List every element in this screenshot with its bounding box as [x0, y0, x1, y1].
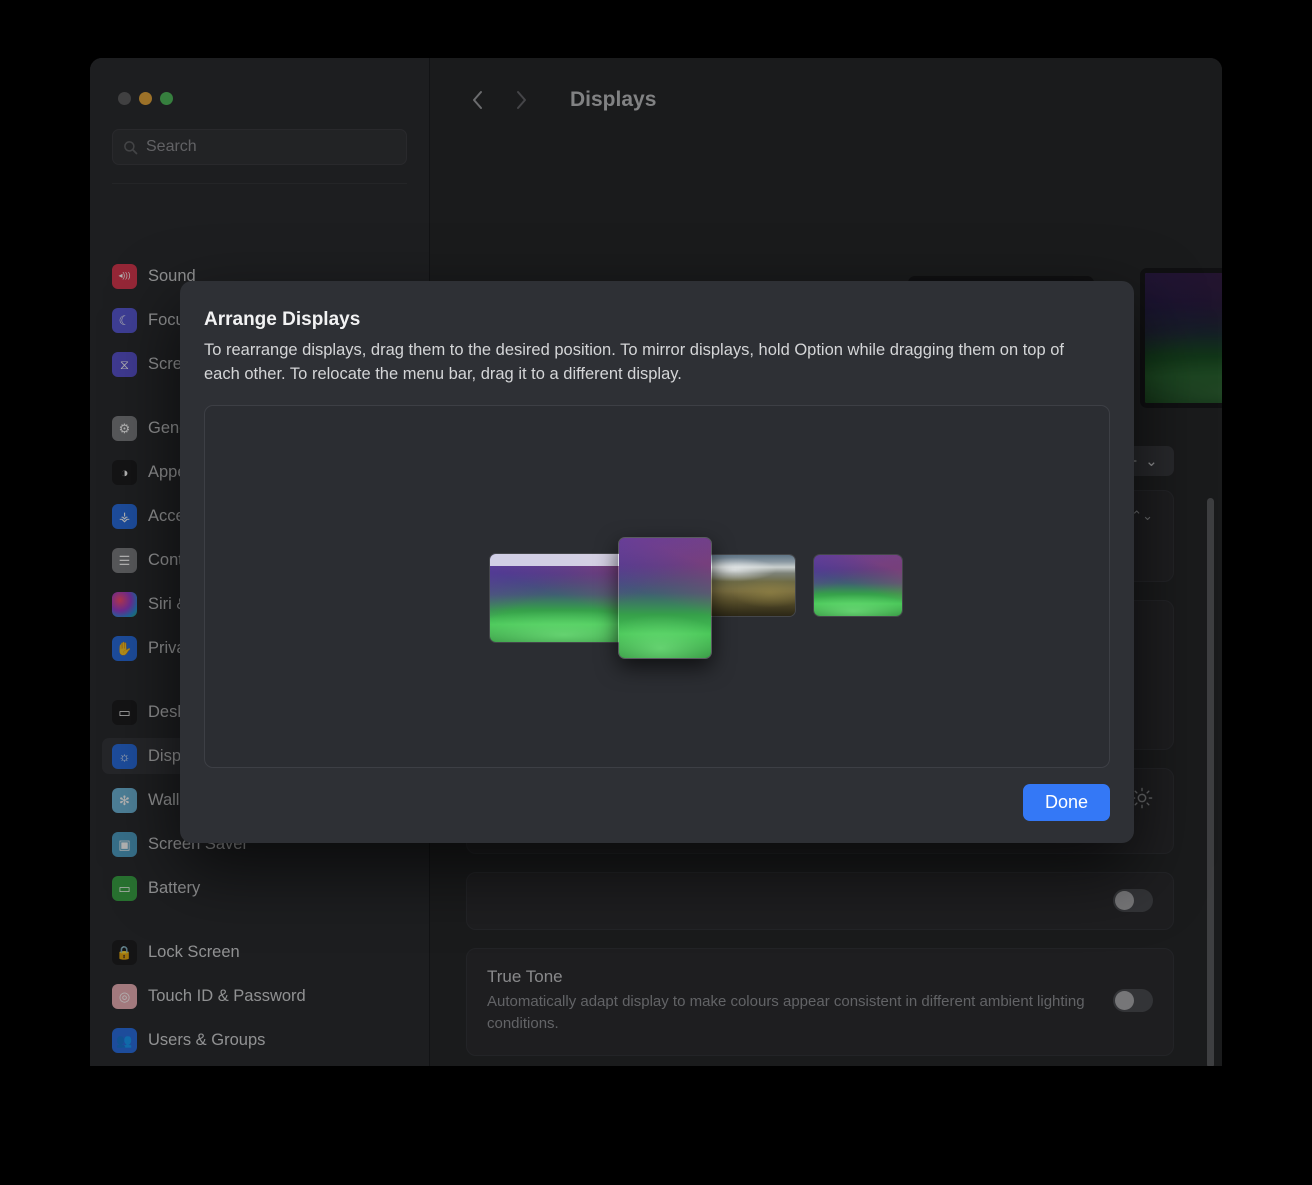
display-thumb-3[interactable]: [706, 553, 796, 617]
dialog-description: To rearrange displays, drag them to the …: [204, 341, 1064, 383]
dialog-footer: Done: [204, 784, 1110, 821]
done-button[interactable]: Done: [1022, 784, 1110, 821]
display-thumb-4[interactable]: [813, 553, 903, 617]
wallpaper-preview: [619, 537, 711, 658]
arrange-canvas[interactable]: [204, 404, 1110, 768]
wallpaper-preview: [707, 554, 795, 616]
dialog-title: Arrange Displays: [204, 309, 361, 330]
wallpaper-preview: [814, 554, 902, 616]
display-thumb-2[interactable]: [618, 536, 712, 659]
arrange-displays-dialog: Arrange Displays To rearrange displays, …: [180, 281, 1134, 843]
